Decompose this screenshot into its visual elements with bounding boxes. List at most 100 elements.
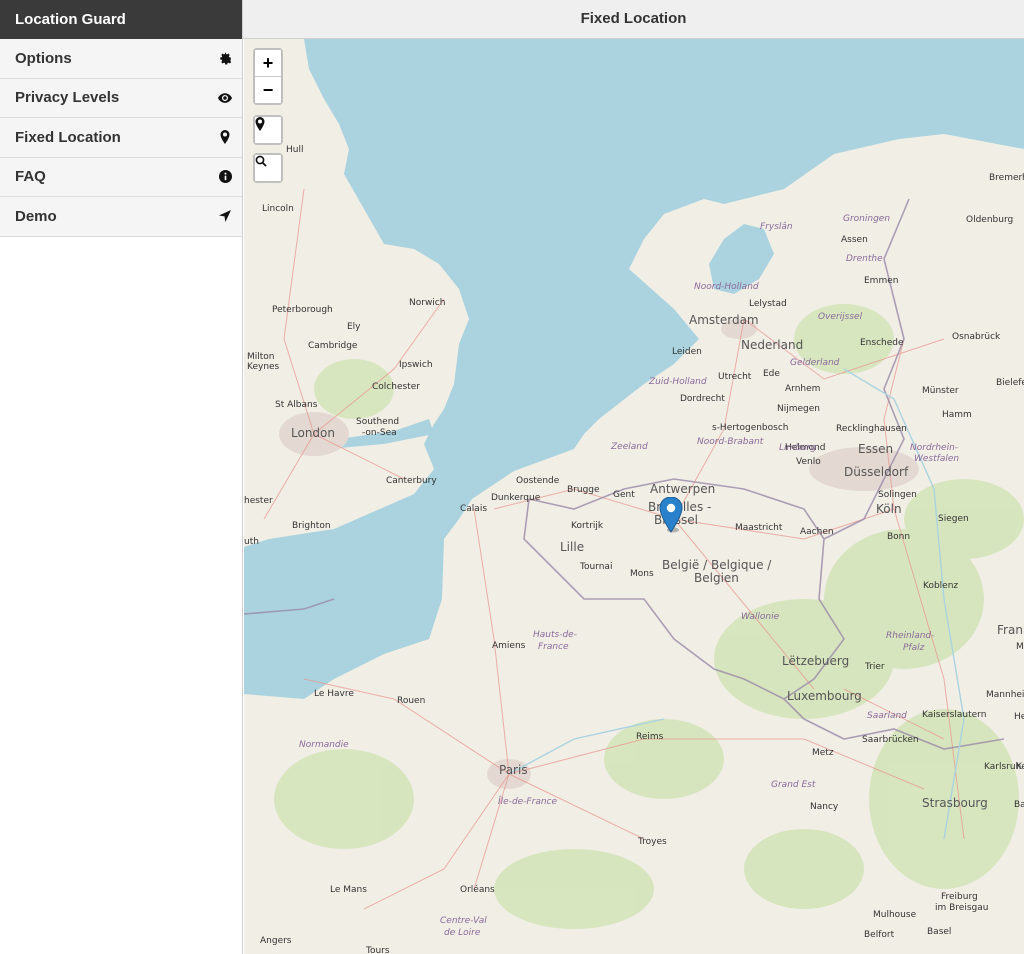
city-label: Angers bbox=[260, 936, 292, 946]
city-label: He bbox=[1014, 712, 1024, 722]
city-label: Ede bbox=[763, 369, 780, 379]
city-label: Münster bbox=[922, 386, 959, 396]
region-label: Zeeland bbox=[610, 442, 648, 452]
map-tiles: Hull Lincoln Norwich Peterborough Ely Ca… bbox=[244, 39, 1024, 954]
city-label: Le Mans bbox=[330, 885, 367, 895]
eye-icon bbox=[218, 91, 232, 105]
city-label: Siegen bbox=[938, 514, 969, 524]
city-label: Antwerpen bbox=[650, 482, 715, 496]
city-label: Orléans bbox=[460, 884, 495, 895]
city-label: Düsseldorf bbox=[844, 465, 909, 479]
city-label: Ipswich bbox=[399, 360, 433, 370]
city-label: Solingen bbox=[878, 490, 917, 500]
region-label: Hauts-de- bbox=[533, 630, 577, 640]
city-label: Hull bbox=[286, 145, 303, 155]
city-label: Milton bbox=[247, 352, 275, 362]
city-label: Paris bbox=[499, 763, 528, 777]
city-label: Koblenz bbox=[923, 581, 958, 591]
city-label: Mannhei bbox=[986, 690, 1024, 700]
city-label: Aachen bbox=[800, 527, 834, 537]
sidebar-item-label: Options bbox=[15, 49, 72, 67]
city-label: Southend bbox=[356, 417, 399, 427]
city-label: Norwich bbox=[409, 298, 445, 308]
set-location-button[interactable] bbox=[255, 117, 281, 143]
city-label: Brighton bbox=[292, 521, 331, 531]
region-label: Saarland bbox=[867, 711, 907, 721]
city-label: Emmen bbox=[864, 276, 898, 286]
sidebar-item-label: FAQ bbox=[15, 168, 46, 186]
sidebar-item-privacy-levels[interactable]: Privacy Levels bbox=[0, 78, 242, 118]
search-button[interactable] bbox=[255, 155, 281, 181]
city-label: Kortrijk bbox=[571, 521, 604, 531]
sidebar-item-fixed-location[interactable]: Fixed Location bbox=[0, 118, 242, 158]
region-label: Westfalen bbox=[914, 454, 959, 464]
city-label: Oostende bbox=[516, 476, 560, 486]
sidebar-item-demo[interactable]: Demo bbox=[0, 197, 242, 237]
sidebar-item-label: Fixed Location bbox=[15, 128, 121, 146]
city-label: s-Hertogenbosch bbox=[712, 423, 789, 433]
zoom-out-button[interactable]: − bbox=[255, 76, 281, 103]
city-label: Essen bbox=[858, 442, 893, 456]
city-label: Maastricht bbox=[735, 523, 783, 533]
page-title: Fixed Location bbox=[243, 0, 1024, 39]
city-label: Nancy bbox=[810, 802, 839, 812]
map-marker-icon bbox=[659, 497, 683, 533]
gear-icon bbox=[218, 51, 232, 65]
city-label: Arnhem bbox=[785, 384, 820, 394]
city-label: Assen bbox=[841, 235, 868, 245]
region-label: Noord-Holland bbox=[694, 282, 759, 292]
city-label: Keynes bbox=[247, 362, 280, 372]
region-label: Overijssel bbox=[818, 312, 863, 322]
map-pin-icon bbox=[218, 130, 232, 145]
city-label: Canterbury bbox=[386, 476, 437, 486]
city-label: Freiburg bbox=[941, 892, 978, 902]
city-label: Le Havre bbox=[314, 689, 354, 699]
city-label: Enschede bbox=[860, 338, 904, 348]
sidebar-item-options[interactable]: Options bbox=[0, 39, 242, 79]
city-label: Hamm bbox=[942, 410, 972, 420]
map-pin-icon bbox=[255, 117, 265, 131]
city-label: Recklinghausen bbox=[836, 424, 907, 434]
map-view[interactable]: Hull Lincoln Norwich Peterborough Ely Ca… bbox=[244, 39, 1024, 954]
city-label: Lincoln bbox=[262, 204, 294, 214]
country-label: Belgien bbox=[694, 571, 739, 585]
city-label: Tournai bbox=[579, 562, 612, 572]
city-label: Amsterdam bbox=[689, 313, 759, 327]
city-label: M bbox=[1016, 642, 1024, 652]
city-label: Gent bbox=[613, 490, 635, 500]
city-label: im Breisgau bbox=[935, 903, 988, 913]
city-label: Peterborough bbox=[272, 305, 333, 315]
city-label: Dordrecht bbox=[680, 394, 725, 404]
city-label: Basel bbox=[927, 927, 951, 937]
region-label: Grand Est bbox=[771, 780, 816, 790]
location-arrow-icon bbox=[218, 209, 232, 223]
country-label: België / Belgique / bbox=[662, 558, 772, 572]
city-label: Rouen bbox=[397, 696, 425, 706]
zoom-control: + − bbox=[253, 48, 283, 105]
city-label: Bonn bbox=[887, 532, 910, 542]
location-control bbox=[253, 115, 283, 145]
sidebar: Location Guard Options Privacy Levels Fi… bbox=[0, 0, 243, 954]
region-label: Fryslân bbox=[760, 222, 793, 232]
region-label: Nordrhein- bbox=[910, 443, 958, 453]
city-label: Brugge bbox=[567, 485, 600, 495]
sidebar-item-faq[interactable]: FAQ bbox=[0, 157, 242, 197]
city-label: Nijmegen bbox=[777, 404, 820, 414]
region-label: Île-de-France bbox=[498, 795, 557, 807]
city-label: Trier bbox=[864, 662, 885, 672]
city-label: Calais bbox=[460, 504, 487, 514]
city-label: Mons bbox=[630, 569, 654, 579]
zoom-in-button[interactable]: + bbox=[255, 50, 281, 76]
city-label: -on-Sea bbox=[362, 428, 397, 438]
region-label: Wallonie bbox=[741, 612, 780, 622]
city-label: Ba bbox=[1014, 800, 1024, 810]
city-label: Troyes bbox=[637, 837, 667, 847]
region-label: Drenthe bbox=[846, 254, 883, 264]
city-label: Bremerh bbox=[989, 173, 1024, 183]
city-label: St Albans bbox=[275, 400, 318, 410]
sidebar-item-label: Demo bbox=[15, 207, 57, 225]
city-label: Mulhouse bbox=[873, 910, 917, 920]
city-label: Lelystad bbox=[749, 299, 787, 309]
city-label: Ely bbox=[347, 322, 361, 332]
country-label: Lëtzebuerg bbox=[782, 654, 849, 668]
